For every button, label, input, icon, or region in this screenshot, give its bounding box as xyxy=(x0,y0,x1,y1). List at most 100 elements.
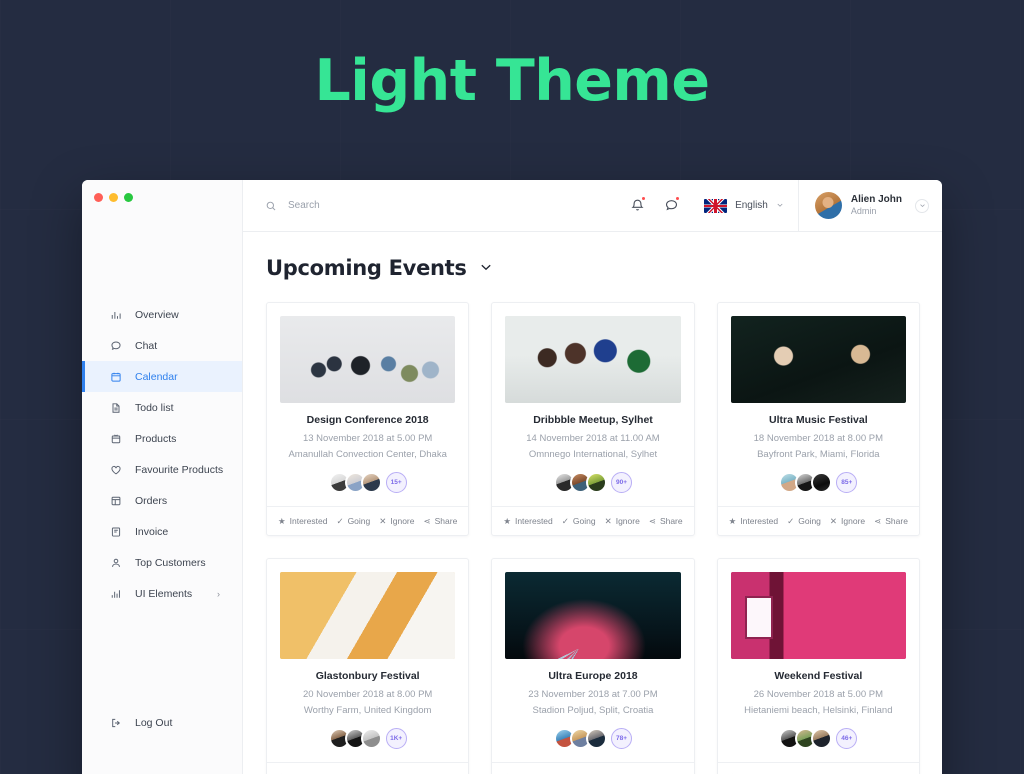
interested-button[interactable]: ★Interested xyxy=(503,516,552,526)
sidebar-item-log-out[interactable]: Log Out xyxy=(82,707,242,738)
event-card[interactable]: Dribbble Meetup, Sylhet 14 November 2018… xyxy=(491,302,695,536)
page-header: Upcoming Events xyxy=(266,256,920,280)
close-icon: ✕ xyxy=(379,515,387,526)
sidebar-item-top-customers[interactable]: Top Customers xyxy=(82,547,242,578)
sidebar-item-todo-list[interactable]: Todo list xyxy=(82,392,242,423)
messages-button[interactable] xyxy=(654,180,688,231)
box-icon xyxy=(109,432,122,445)
interested-button[interactable]: ★Interested xyxy=(278,516,327,526)
attendee-more-badge[interactable]: 15+ xyxy=(385,472,407,493)
attendee-avatar xyxy=(585,728,607,749)
share-button[interactable]: ⋖Share xyxy=(649,516,683,526)
going-button[interactable]: ✓Going xyxy=(562,516,596,526)
event-card[interactable]: Ultra Europe 2018 23 November 2018 at 7.… xyxy=(491,558,695,774)
attendee-avatar xyxy=(360,728,382,749)
event-card[interactable]: Ultra Music Festival 18 November 2018 at… xyxy=(716,302,920,536)
action-label: Interested xyxy=(514,516,553,526)
stats-icon xyxy=(109,587,122,600)
search-icon xyxy=(265,200,277,212)
attendee-more-badge[interactable]: 46+ xyxy=(836,728,858,749)
event-card[interactable]: Design Conference 2018 13 November 2018 … xyxy=(266,302,470,536)
search-bar[interactable] xyxy=(265,200,620,212)
share-icon: ⋖ xyxy=(874,515,882,526)
action-label: Share xyxy=(659,516,683,526)
going-button[interactable]: ✓Going xyxy=(787,516,821,526)
layout-icon xyxy=(109,494,122,507)
sidebar-item-label: Todo list xyxy=(135,401,174,414)
sidebar-item-label: Log Out xyxy=(135,716,173,729)
page-chevron-down-icon[interactable] xyxy=(479,260,493,277)
topbar: English Alien John Admin xyxy=(243,180,942,232)
attendee-more-badge[interactable]: 78+ xyxy=(610,728,632,749)
sidebar-item-ui-elements[interactable]: UI Elements › xyxy=(82,578,242,609)
action-label: Going xyxy=(572,516,596,526)
sidebar-item-products[interactable]: Products xyxy=(82,423,242,454)
action-label: Going xyxy=(798,516,821,526)
check-icon: ✓ xyxy=(561,515,569,526)
event-title: Dribbble Meetup, Sylhet xyxy=(533,414,653,426)
event-location: Omnnego International, Sylhet xyxy=(528,449,658,460)
attendee-more-badge[interactable]: 1K+ xyxy=(385,728,407,749)
event-card[interactable]: Glastonbury Festival 20 November 2018 at… xyxy=(266,558,470,774)
minimize-window-button[interactable] xyxy=(109,193,118,202)
attendee-more-badge[interactable]: 90+ xyxy=(610,472,632,493)
sidebar-item-orders[interactable]: Orders xyxy=(82,485,242,516)
event-card[interactable]: Weekend Festival 26 November 2018 at 5.0… xyxy=(716,558,920,774)
sidebar: Overview Chat Calendar Todo list Product… xyxy=(82,180,243,774)
ignore-button[interactable]: ✕Ignore xyxy=(830,516,865,526)
sidebar-item-label: Invoice xyxy=(135,525,169,538)
notifications-button[interactable] xyxy=(620,180,654,231)
attendee-avatars[interactable]: 15+ xyxy=(279,472,456,493)
language-selector[interactable]: English xyxy=(688,198,798,213)
sidebar-item-invoice[interactable]: Invoice xyxy=(82,516,242,547)
sidebar-nav: Overview Chat Calendar Todo list Product… xyxy=(82,299,242,609)
attendee-avatars[interactable]: 90+ xyxy=(504,472,681,493)
maximize-window-button[interactable] xyxy=(124,193,133,202)
share-button[interactable]: ⋖Share xyxy=(874,516,908,526)
attendee-avatars[interactable]: 46+ xyxy=(730,728,907,749)
close-window-button[interactable] xyxy=(94,193,103,202)
star-icon: ★ xyxy=(278,515,286,526)
search-input[interactable] xyxy=(288,200,488,211)
event-datetime: 26 November 2018 at 5.00 PM xyxy=(753,689,884,700)
event-info: Weekend Festival 26 November 2018 at 5.0… xyxy=(718,659,919,762)
share-icon: ⋖ xyxy=(423,515,431,526)
event-image xyxy=(280,572,456,659)
attendee-avatars[interactable]: 78+ xyxy=(504,728,681,749)
action-label: Ignore xyxy=(841,516,866,526)
user-profile[interactable]: Alien John Admin xyxy=(797,180,942,231)
attendee-avatars[interactable]: 1K+ xyxy=(279,728,456,749)
sidebar-item-calendar[interactable]: Calendar xyxy=(82,361,242,392)
event-actions: ★Interested ✓Going ✕Ignore ⋖Share xyxy=(267,506,469,535)
event-image xyxy=(730,316,906,403)
event-actions: ★Interested ✓Going ✕Ignore ⋖Share xyxy=(267,762,469,774)
window-traffic-lights xyxy=(82,180,242,202)
sidebar-item-label: Favourite Products xyxy=(135,463,224,476)
close-icon: ✕ xyxy=(829,515,838,526)
attendee-more-badge[interactable]: 85+ xyxy=(836,472,858,493)
app-window: Overview Chat Calendar Todo list Product… xyxy=(82,180,942,774)
page-title: Upcoming Events xyxy=(266,256,467,280)
topbar-right: English Alien John Admin xyxy=(620,180,942,231)
notification-badge xyxy=(641,196,647,201)
attendee-avatars[interactable]: 85+ xyxy=(730,472,907,493)
profile-chevron-down-icon[interactable] xyxy=(915,198,929,213)
ignore-button[interactable]: ✕Ignore xyxy=(379,516,414,526)
attendee-avatar xyxy=(360,472,382,493)
sidebar-item-overview[interactable]: Overview xyxy=(82,299,242,330)
language-label: English xyxy=(735,200,768,211)
chevron-down-icon xyxy=(776,201,784,211)
event-info: Ultra Music Festival 18 November 2018 at… xyxy=(718,403,919,506)
invoice-icon xyxy=(109,525,122,538)
event-image xyxy=(505,572,681,659)
document-icon xyxy=(109,401,122,414)
share-button[interactable]: ⋖Share xyxy=(423,516,457,526)
events-grid: Design Conference 2018 13 November 2018 … xyxy=(266,302,920,774)
going-button[interactable]: ✓Going xyxy=(336,516,370,526)
event-title: Ultra Music Festival xyxy=(769,414,868,426)
sidebar-item-chat[interactable]: Chat xyxy=(82,330,242,361)
ignore-button[interactable]: ✕Ignore xyxy=(605,516,640,526)
sidebar-item-label: Products xyxy=(135,432,177,445)
interested-button[interactable]: ★Interested xyxy=(729,516,778,526)
sidebar-item-favourite-products[interactable]: Favourite Products xyxy=(82,454,242,485)
